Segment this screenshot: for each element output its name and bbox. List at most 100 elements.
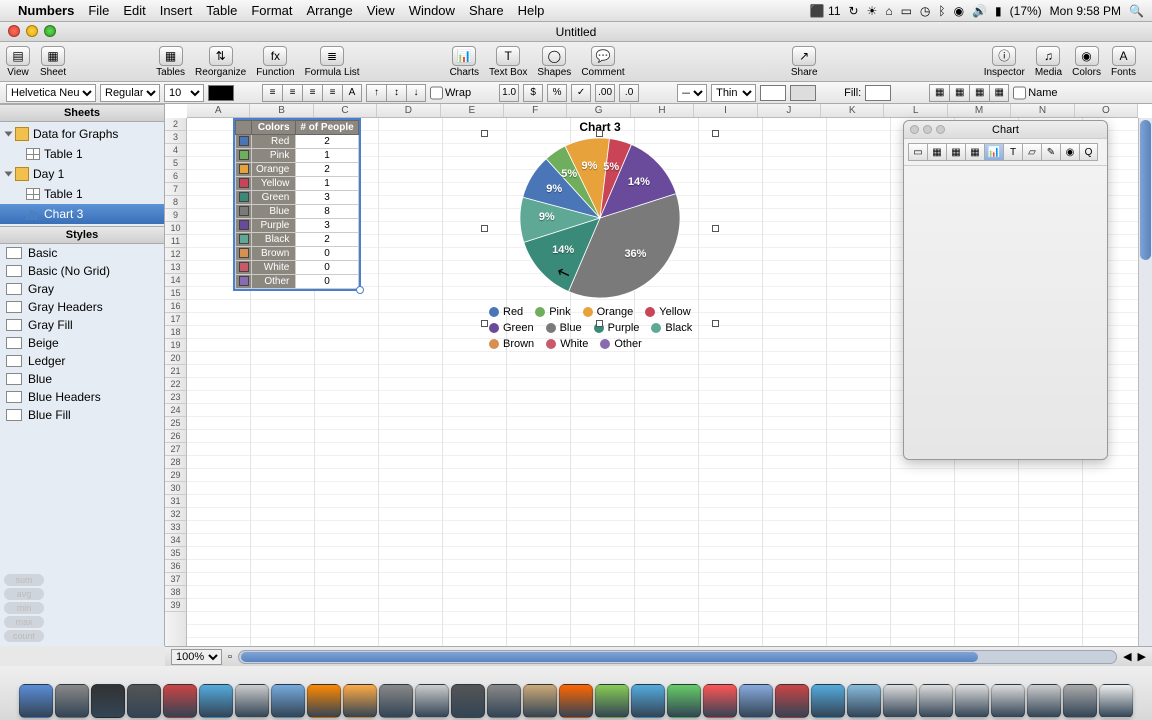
insp-tab-quicktime[interactable]: Q [1079,143,1098,161]
close-button[interactable] [8,25,20,37]
legend-yellow[interactable]: Yellow [645,306,690,318]
col-F[interactable]: F [504,104,567,117]
dock-app-4[interactable] [163,684,197,718]
dock-app-16[interactable] [595,684,629,718]
sidebar-item-table-1[interactable]: Table 1 [0,144,164,164]
valign-bot-button[interactable]: ↓ [406,84,426,102]
menu-edit[interactable]: Edit [123,3,145,18]
row-11[interactable]: 11 [165,235,186,248]
table-row[interactable]: Blue8 [236,205,359,219]
dock-app-26[interactable] [955,684,989,718]
dropbox-icon[interactable]: ⌂ [885,4,892,18]
sheet-button[interactable]: ▦Sheet [40,46,66,78]
col-J[interactable]: J [758,104,821,117]
name-checkbox[interactable]: Name [1013,84,1057,102]
legend-brown[interactable]: Brown [489,338,534,350]
data-table[interactable]: Colors # of People Red2Pink1Orange2Yello… [233,118,361,291]
sync-icon[interactable]: ↻ [849,4,859,18]
stroke-select[interactable]: — [677,84,707,102]
percent-button[interactable]: % [547,84,567,102]
row-4[interactable]: 4 [165,144,186,157]
column-headers[interactable]: ABCDEFGHIJKLMNO [187,104,1138,118]
comment-button[interactable]: 💬Comment [581,46,624,78]
dock-app-25[interactable] [919,684,953,718]
col-H[interactable]: H [631,104,694,117]
dock-app-9[interactable] [343,684,377,718]
text-box-button[interactable]: TText Box [489,46,527,78]
dock-app-13[interactable] [487,684,521,718]
menu-window[interactable]: Window [409,3,455,18]
dock-app-19[interactable] [703,684,737,718]
inspector-panel[interactable]: Chart ▭ ▦ ▦ ▦ 📊 T ▱ ✎ ◉ Q [903,120,1108,460]
tv3-button[interactable]: ▦ [969,84,989,102]
charts-button[interactable]: 📊Charts [450,46,479,78]
menu-arrange[interactable]: Arrange [306,3,352,18]
row-5[interactable]: 5 [165,157,186,170]
hscroll-thumb[interactable] [241,652,978,662]
volume-icon[interactable]: 🔊 [972,4,987,18]
row-34[interactable]: 34 [165,534,186,547]
legend-white[interactable]: White [546,338,588,350]
sel-handle-nw[interactable] [481,130,488,137]
valign-top-button[interactable]: ↑ [366,84,386,102]
row-18[interactable]: 18 [165,326,186,339]
legend-red[interactable]: Red [489,306,523,318]
row-35[interactable]: 35 [165,547,186,560]
sidebar-item-data-for-graphs[interactable]: Data for Graphs [0,124,164,144]
table-row[interactable]: Yellow1 [236,177,359,191]
row-17[interactable]: 17 [165,313,186,326]
col-K[interactable]: K [821,104,884,117]
table-row[interactable]: Red2 [236,135,359,149]
style-beige[interactable]: Beige [0,334,164,352]
dock-app-8[interactable] [307,684,341,718]
insp-tab-metrics[interactable]: ✎ [1041,143,1060,161]
media-button[interactable]: ♫Media [1035,46,1062,78]
row-21[interactable]: 21 [165,365,186,378]
scroll-left-button[interactable]: ◀ [1123,650,1131,663]
sel-handle-s[interactable] [596,320,603,327]
style-blue[interactable]: Blue [0,370,164,388]
clock[interactable]: Mon 9:58 PM [1050,4,1121,18]
align-left-button[interactable]: ≡ [262,84,282,102]
dock-app-1[interactable] [55,684,89,718]
dock-app-17[interactable] [631,684,665,718]
dock-app-18[interactable] [667,684,701,718]
wrap-checkbox[interactable]: Wrap [430,84,471,102]
sel-handle-w[interactable] [481,225,488,232]
row-12[interactable]: 12 [165,248,186,261]
insp-tab-cell[interactable]: ▦ [965,143,984,161]
row-10[interactable]: 10 [165,222,186,235]
insp-tab-text[interactable]: T [1003,143,1022,161]
col-colors[interactable]: Colors [252,121,296,135]
menu-table[interactable]: Table [206,3,237,18]
disclosure-icon[interactable] [5,172,13,177]
numfmt-button[interactable]: 1.0 [499,84,519,102]
horizontal-scrollbar[interactable] [238,650,1117,664]
legend-green[interactable]: Green [489,322,534,334]
col-C[interactable]: C [314,104,377,117]
zoom-button[interactable] [44,25,56,37]
table-row[interactable]: Brown0 [236,247,359,261]
dock-app-11[interactable] [415,684,449,718]
timemachine-icon[interactable]: ◷ [920,4,930,18]
legend-pink[interactable]: Pink [535,306,570,318]
col-I[interactable]: I [694,104,757,117]
dock-app-14[interactable] [523,684,557,718]
minimize-button[interactable] [26,25,38,37]
menu-format[interactable]: Format [251,3,292,18]
font-select[interactable]: Helvetica Neue [6,84,96,102]
style-ledger[interactable]: Ledger [0,352,164,370]
grid-area[interactable]: Colors # of People Red2Pink1Orange2Yello… [187,118,1138,646]
row-19[interactable]: 19 [165,339,186,352]
bluetooth-icon[interactable]: ᛒ [938,4,945,18]
col-people[interactable]: # of People [296,121,358,135]
row-25[interactable]: 25 [165,417,186,430]
row-32[interactable]: 32 [165,508,186,521]
col-D[interactable]: D [377,104,440,117]
fontstyle-select[interactable]: Regular [100,84,160,102]
style-blue-headers[interactable]: Blue Headers [0,388,164,406]
zoom-select[interactable]: 100% [171,649,222,665]
menu-insert[interactable]: Insert [160,3,193,18]
sidebar-item-day-1[interactable]: Day 1 [0,164,164,184]
dock-app-5[interactable] [199,684,233,718]
